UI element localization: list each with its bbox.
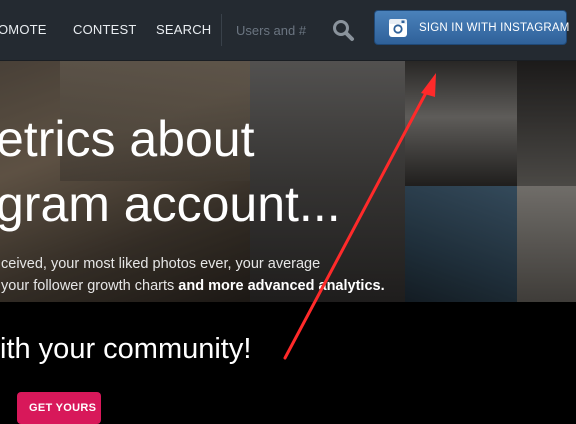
search-icon xyxy=(333,20,354,41)
hero-subtext-bold: and more advanced analytics. xyxy=(178,278,385,294)
nav-item-contest[interactable]: CONTEST xyxy=(73,22,137,37)
nav-divider xyxy=(221,14,222,46)
hero-subtext-line-2: your follower growth charts and more adv… xyxy=(1,278,385,294)
search-input[interactable] xyxy=(232,16,336,44)
hero-headline-line-2: gram account... xyxy=(0,176,341,232)
hero-headline-line-1: etrics about xyxy=(0,111,255,167)
top-nav-bar: OMOTE CONTEST SEARCH SIGN IN WITH INSTAG… xyxy=(0,0,576,61)
instagram-icon xyxy=(389,19,407,37)
hero-section: etrics about gram account... ceived, you… xyxy=(0,61,576,302)
community-heading: ith your community! xyxy=(0,333,252,365)
get-yours-label: GET YOURS xyxy=(29,402,97,414)
nav-item-promote[interactable]: OMOTE xyxy=(0,22,47,37)
get-yours-button[interactable]: GET YOURS xyxy=(17,392,101,424)
sign-in-instagram-button[interactable]: SIGN IN WITH INSTAGRAM xyxy=(374,10,570,45)
sign-in-label: SIGN IN WITH INSTAGRAM xyxy=(419,22,570,34)
hero-subtext-plain: your follower growth charts xyxy=(1,278,179,294)
search-button[interactable] xyxy=(331,18,357,42)
nav-item-search[interactable]: SEARCH xyxy=(156,22,211,37)
hero-subtext-line-1: ceived, your most liked photos ever, you… xyxy=(1,256,321,272)
